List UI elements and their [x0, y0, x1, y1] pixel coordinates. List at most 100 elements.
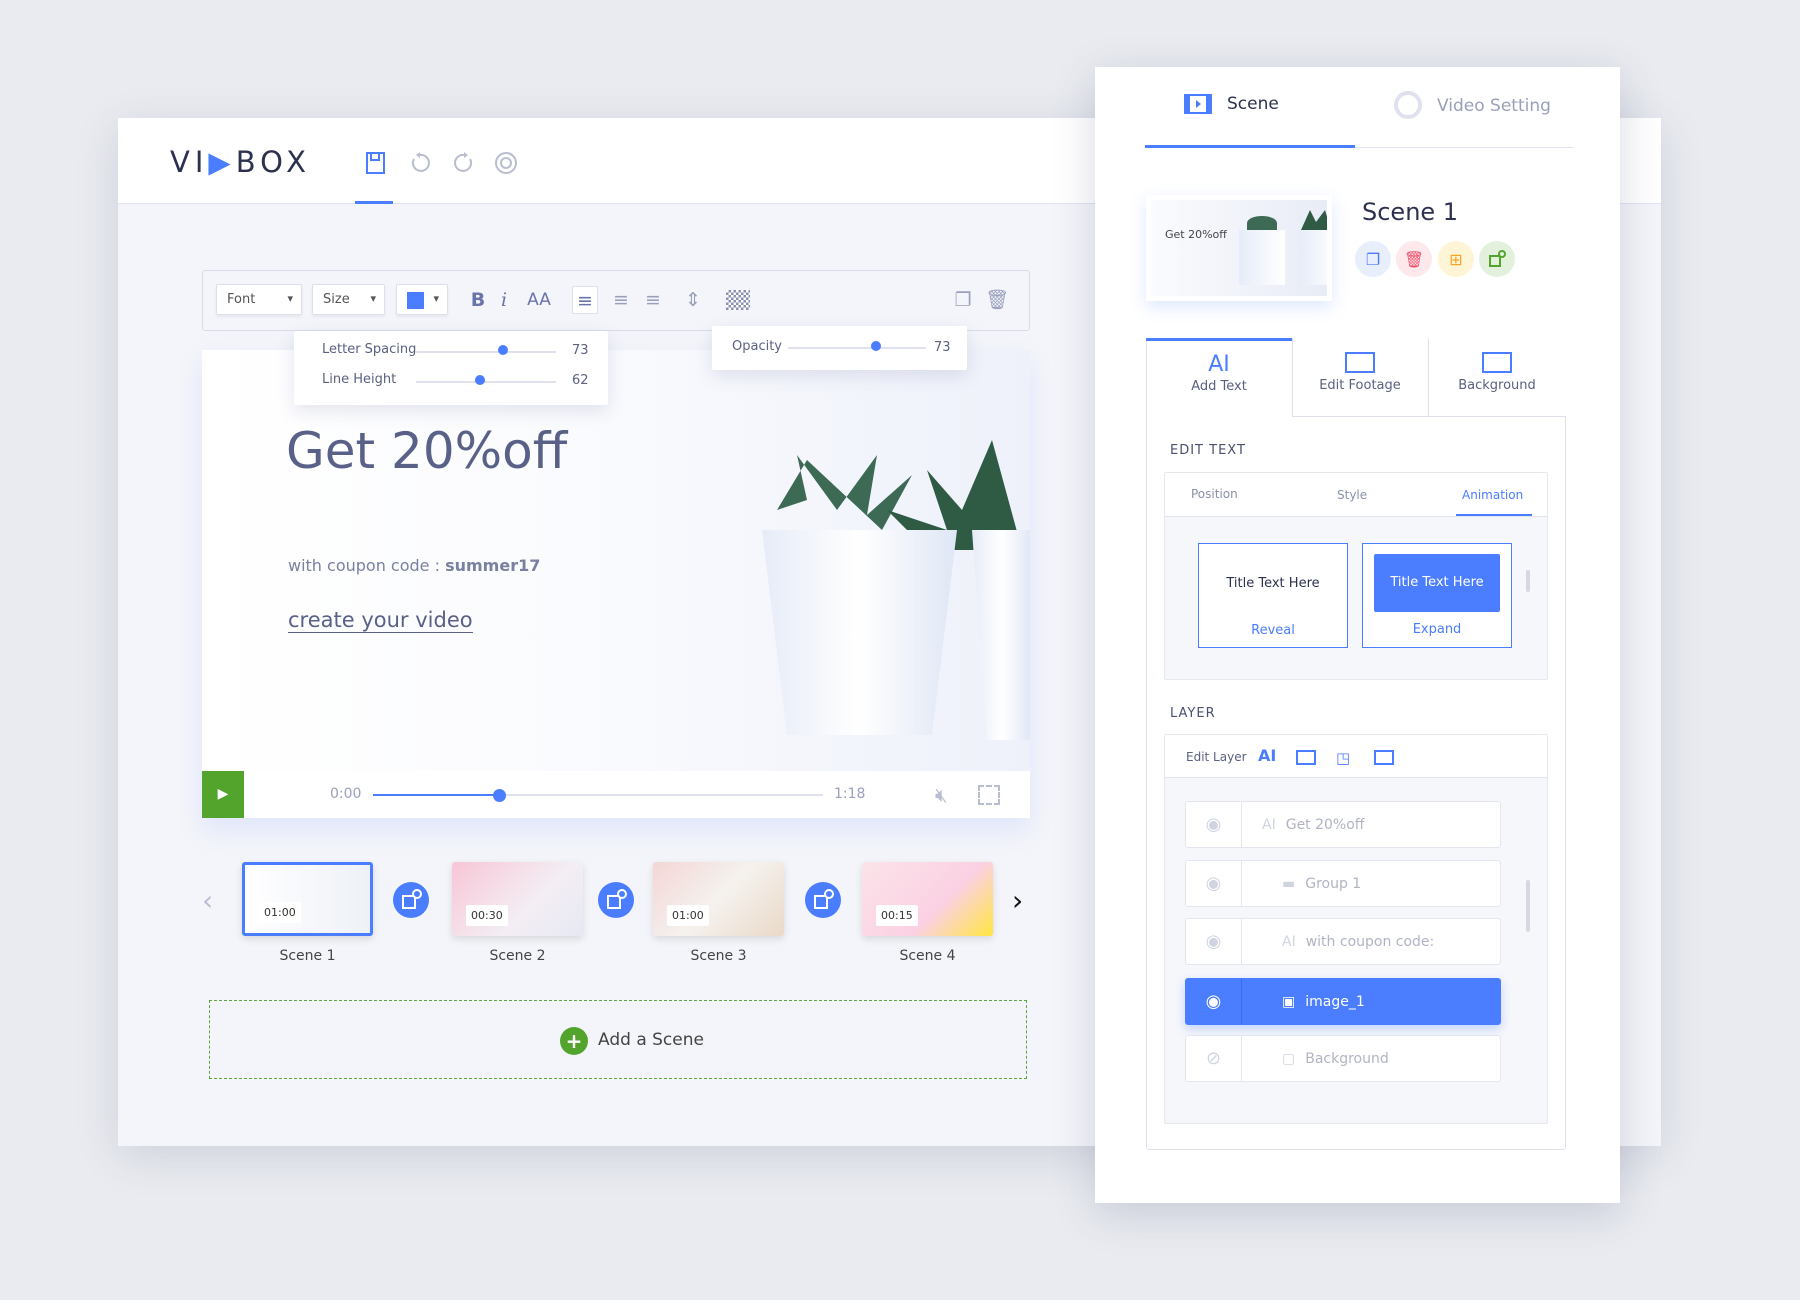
layer-type-icon: AI [1262, 816, 1276, 833]
opacity-slider[interactable] [788, 341, 926, 351]
tab-video-setting[interactable]: Video Setting [1437, 96, 1551, 116]
scene-label: Scene 1 [279, 948, 336, 964]
transition-icon[interactable] [805, 882, 841, 918]
layer-item[interactable]: ⊘ ▢ Background [1185, 1035, 1501, 1082]
subtab-style[interactable]: Style [1337, 488, 1367, 502]
play-button[interactable]: ▶ [202, 771, 244, 818]
italic-button[interactable]: i [491, 286, 517, 314]
add-rect-layer-icon[interactable] [1374, 750, 1394, 765]
help-icon[interactable] [494, 151, 518, 175]
layer-name: with coupon code: [1305, 933, 1435, 950]
layer-item[interactable]: ◉ ▬ Group 1 [1185, 860, 1501, 907]
undo-icon[interactable] [408, 151, 432, 175]
animation-expand[interactable]: Title Text Here Expand [1362, 543, 1512, 648]
letter-spacing-slider[interactable] [416, 345, 556, 355]
prev-arrow-icon[interactable]: ‹ [202, 884, 213, 917]
add-image-layer-icon[interactable] [1296, 750, 1316, 765]
logo: VI▶BOX [170, 145, 311, 179]
redo-icon[interactable] [452, 151, 476, 175]
plus-icon: + [560, 1027, 588, 1055]
eye-icon[interactable]: ◉ [1186, 802, 1242, 847]
letter-spacing-label: Letter Spacing [322, 342, 417, 357]
layer-heading: LAYER [1170, 706, 1216, 721]
layer-name: Get 20%off [1285, 816, 1365, 833]
eye-icon[interactable]: ◉ [1186, 919, 1242, 964]
layer-item[interactable]: ◉ AI with coupon code: [1185, 918, 1501, 965]
layer-name: image_1 [1305, 993, 1365, 1010]
seek-bar[interactable] [373, 789, 823, 802]
layer-type-icon: ▢ [1282, 1050, 1296, 1067]
font-dropdown[interactable]: Font [216, 284, 302, 315]
tool-background[interactable]: Background [1428, 352, 1566, 393]
subtitle-text[interactable]: with coupon code : summer17 [288, 556, 540, 575]
film-icon [1184, 94, 1212, 118]
headline-text[interactable]: Get 20%off [286, 422, 567, 480]
align-center-button[interactable]: ≡ [608, 286, 634, 314]
transition-icon[interactable] [393, 882, 429, 918]
layer-name: Background [1305, 1050, 1389, 1067]
line-height-value: 62 [572, 373, 589, 388]
tool-add-text[interactable]: AI Add Text [1146, 352, 1292, 394]
tab-scene[interactable]: Scene [1227, 94, 1279, 114]
scene-label: Scene 2 [489, 948, 546, 964]
opacity-button[interactable] [726, 290, 750, 310]
bold-button[interactable]: B [465, 286, 491, 314]
gear-icon [1394, 91, 1422, 119]
rect-icon [1482, 352, 1512, 373]
layer-name: Group 1 [1305, 875, 1362, 892]
tool-indicator [1146, 338, 1292, 341]
transition-button[interactable] [1479, 241, 1515, 277]
delete-scene-button[interactable]: 🗑︎ [1396, 241, 1432, 277]
fullscreen-icon[interactable] [978, 785, 1000, 805]
align-left-button[interactable]: ≡ [572, 286, 598, 314]
mute-icon[interactable]: 🔇︎ [935, 783, 948, 807]
color-swatch [407, 292, 424, 309]
duplicate-icon[interactable]: ❐ [950, 286, 976, 314]
save-icon[interactable] [364, 151, 388, 175]
scene-duration: 01:00 [667, 905, 709, 926]
scene-thumb[interactable]: 00:30 [452, 862, 583, 936]
layer-type-icon: ▬ [1282, 875, 1296, 892]
layer-type-icon: AI [1282, 933, 1296, 950]
transition-icon[interactable] [598, 882, 634, 918]
line-height-button[interactable]: ⇕ [680, 286, 706, 314]
layer-item[interactable]: ◉ ▣ image_1 [1185, 978, 1501, 1025]
align-right-button[interactable]: ≡ [640, 286, 666, 314]
scene-duration: 01:00 [259, 902, 301, 923]
cta-link[interactable]: create your video [288, 608, 473, 633]
color-dropdown[interactable] [396, 284, 448, 315]
scrollbar[interactable] [1526, 570, 1530, 592]
subtab-position[interactable]: Position [1191, 487, 1238, 501]
add-text-layer-icon[interactable]: AI [1258, 746, 1276, 765]
duplicate-scene-button[interactable]: ❐ [1355, 241, 1391, 277]
add-frame-button[interactable]: ⊞ [1438, 241, 1474, 277]
text-case-button[interactable]: AA [522, 286, 556, 314]
scene-thumb[interactable]: 00:15 [862, 862, 993, 936]
eye-off-icon[interactable]: ⊘ [1186, 1036, 1242, 1081]
size-dropdown[interactable]: Size [312, 284, 385, 315]
line-height-slider[interactable] [416, 375, 556, 385]
trash-icon[interactable]: 🗑 [984, 286, 1010, 314]
image-icon [1345, 352, 1375, 373]
active-indicator [355, 201, 393, 204]
next-arrow-icon[interactable]: › [1012, 884, 1023, 917]
animation-reveal[interactable]: Title Text Here Reveal [1198, 543, 1348, 648]
tool-edit-footage[interactable]: Edit Footage [1292, 352, 1428, 393]
video-canvas[interactable]: Get 20%off with coupon code : summer17 c… [202, 350, 1030, 818]
scene-label: Scene 3 [690, 948, 747, 964]
scene-label: Scene 4 [899, 948, 956, 964]
add-shape-layer-icon[interactable]: ◳ [1336, 749, 1350, 767]
layer-item[interactable]: ◉ AI Get 20%off [1185, 801, 1501, 848]
subtab-animation[interactable]: Animation [1462, 488, 1523, 502]
scene-thumb[interactable]: 01:00 [653, 862, 784, 936]
add-scene-button[interactable]: + Add a Scene [209, 1000, 1027, 1079]
plants-image [762, 440, 1030, 740]
eye-icon[interactable]: ◉ [1186, 861, 1242, 906]
total-time: 1:18 [834, 786, 866, 802]
layer-scrollbar[interactable] [1526, 880, 1530, 932]
text-icon: AI [1208, 352, 1230, 377]
scene-thumbnail[interactable]: Get 20%off [1146, 195, 1332, 301]
scene-thumb[interactable]: 01:00 [242, 862, 373, 936]
eye-icon[interactable]: ◉ [1186, 979, 1242, 1024]
letter-spacing-value: 73 [572, 343, 589, 358]
